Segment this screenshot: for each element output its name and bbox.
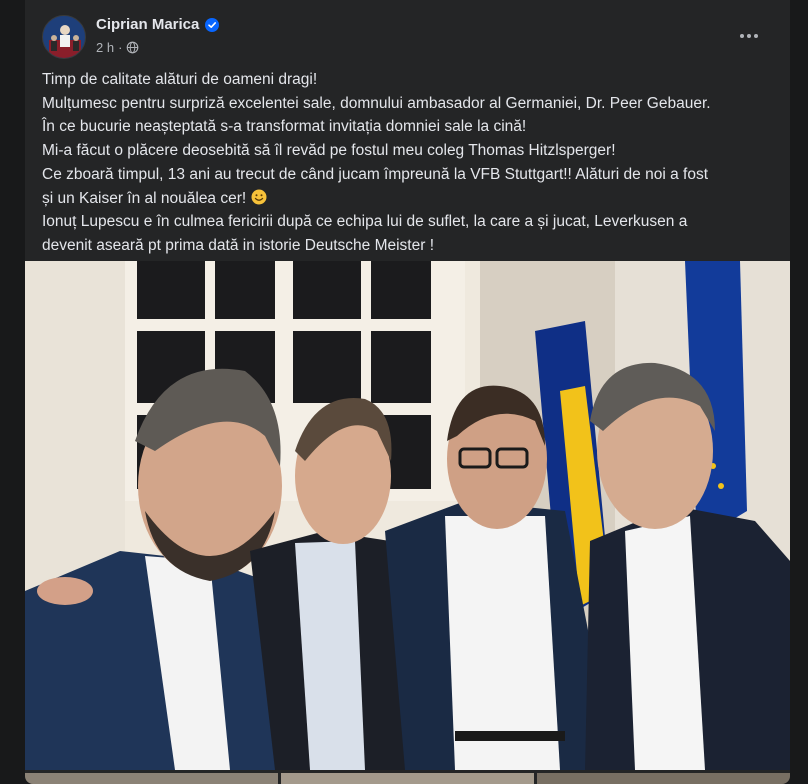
more-options-icon[interactable] bbox=[733, 20, 765, 52]
post-line: În ce bucurie neașteptată s-a transforma… bbox=[42, 118, 527, 136]
post-line: devenit aseară pt prima dată in istorie … bbox=[42, 236, 434, 254]
author-row: Ciprian Marica bbox=[96, 16, 220, 33]
post-line: Mulțumesc pentru surpriză excelentei sal… bbox=[42, 94, 711, 112]
post-text: Timp de calitate alături de oameni dragi… bbox=[42, 68, 777, 258]
post-meta: 2 h · bbox=[96, 40, 139, 55]
author-avatar[interactable] bbox=[42, 15, 86, 59]
photo-thumbnails[interactable] bbox=[25, 773, 790, 784]
smiling-face-emoji bbox=[251, 189, 267, 205]
post-card: Ciprian Marica 2 h · Timp de calitate al… bbox=[25, 0, 790, 784]
post-line: și un Kaiser în al nouălea cer! bbox=[42, 189, 247, 207]
photo-thumbnail[interactable] bbox=[25, 773, 278, 784]
post-header: Ciprian Marica 2 h · bbox=[42, 12, 773, 60]
verified-badge-icon bbox=[205, 17, 220, 32]
post-timestamp[interactable]: 2 h bbox=[96, 40, 114, 55]
post-line: Ce zboară timpul, 13 ani au trecut de câ… bbox=[42, 165, 709, 183]
post-line: Timp de calitate alături de oameni dragi… bbox=[42, 71, 318, 88]
photo-image bbox=[25, 261, 790, 770]
avatar-image bbox=[43, 16, 85, 58]
photo-thumbnail[interactable] bbox=[537, 773, 790, 784]
post-line: Mi-a făcut o plăcere deosebită să îl rev… bbox=[42, 142, 616, 160]
meta-separator: · bbox=[118, 40, 123, 55]
photo-thumbnail[interactable] bbox=[281, 773, 534, 784]
author-name[interactable]: Ciprian Marica bbox=[96, 16, 199, 33]
post-photo[interactable] bbox=[25, 261, 790, 770]
post-line: Ionuț Lupescu e în culmea fericirii după… bbox=[42, 213, 688, 231]
globe-icon[interactable] bbox=[126, 41, 139, 54]
post-line-with-emoji: și un Kaiser în al nouălea cer! bbox=[42, 187, 777, 211]
